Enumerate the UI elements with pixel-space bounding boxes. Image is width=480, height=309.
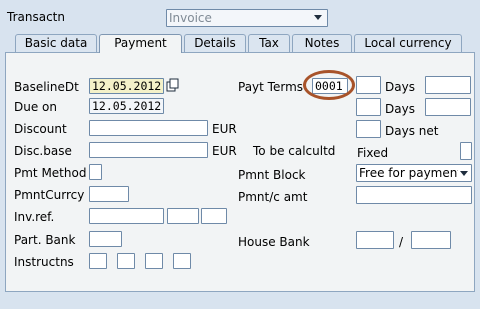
tab-label: Basic data: [24, 36, 88, 50]
inv-ref-field-2[interactable]: [167, 208, 199, 224]
tab-label: Tax: [259, 36, 279, 50]
transaction-select[interactable]: Invoice: [166, 9, 328, 27]
pmnt-currcy-label: PmntCurrcy: [14, 188, 85, 202]
inv-ref-field-3[interactable]: [201, 208, 227, 224]
pmt-method-field[interactable]: [89, 164, 102, 180]
tab-local-currency[interactable]: Local currency: [354, 34, 462, 52]
tab-label: Payment: [114, 36, 167, 50]
part-bank-label: Part. Bank: [14, 233, 76, 247]
pmnt-c-amt-field[interactable]: [356, 186, 472, 204]
due-on-label: Due on: [14, 100, 57, 114]
chevron-down-icon[interactable]: [311, 11, 325, 24]
days-label-1: Days: [385, 80, 415, 94]
house-bank-separator: /: [399, 235, 404, 249]
discount-label: Discount: [14, 122, 67, 136]
pmnt-block-label: Pmnt Block: [238, 168, 306, 182]
days-net-field[interactable]: [356, 120, 381, 138]
discount-currency: EUR: [212, 122, 237, 136]
tab-label: Local currency: [364, 36, 452, 50]
pmnt-block-select[interactable]: Free for payment: [356, 164, 472, 182]
disc-base-currency: EUR: [212, 144, 237, 158]
transaction-value: Invoice: [169, 11, 212, 25]
payt-terms-field[interactable]: 0001: [312, 78, 348, 94]
disc-base-field[interactable]: [89, 142, 208, 158]
fixed-field[interactable]: [460, 142, 472, 160]
instructns-field-1[interactable]: [89, 253, 107, 269]
pmt-method-label: Pmt Method: [14, 166, 87, 180]
chevron-down-icon[interactable]: [458, 167, 470, 179]
baseline-date-label: BaselineDt: [14, 80, 79, 94]
inv-ref-field-1[interactable]: [89, 208, 164, 224]
to-be-calculated-label: To be calcultd: [253, 144, 336, 158]
part-bank-field[interactable]: [89, 231, 122, 247]
instructns-label: Instructns: [14, 255, 74, 269]
days-field-2[interactable]: [356, 98, 381, 116]
account-id-field[interactable]: [411, 231, 451, 249]
days-field-1[interactable]: [356, 76, 381, 94]
tab-payment[interactable]: Payment: [99, 34, 182, 53]
instructns-field-3[interactable]: [145, 253, 163, 269]
tab-tax[interactable]: Tax: [248, 34, 290, 52]
payt-terms-label: Payt Terms: [238, 80, 304, 94]
baseline-date-field[interactable]: 12.05.2012: [89, 78, 164, 94]
tab-label: Details: [194, 36, 236, 50]
tab-basic-data[interactable]: Basic data: [15, 34, 97, 52]
copy-icon[interactable]: [166, 78, 180, 93]
tab-label: Notes: [304, 36, 340, 50]
house-bank-field[interactable]: [356, 231, 394, 249]
percent-field-2[interactable]: [425, 98, 471, 116]
inv-ref-label: Inv.ref.: [14, 210, 55, 224]
instructns-field-2[interactable]: [117, 253, 135, 269]
house-bank-label: House Bank: [238, 235, 310, 249]
discount-field[interactable]: [89, 120, 208, 136]
fixed-label: Fixed: [357, 146, 389, 160]
pmnt-block-value: Free for payment: [359, 166, 463, 180]
days-label-2: Days: [385, 102, 415, 116]
disc-base-label: Disc.base: [14, 144, 72, 158]
days-net-label: Days net: [385, 124, 439, 138]
tab-notes[interactable]: Notes: [292, 34, 352, 52]
pmnt-c-amt-label: Pmnt/c amt: [238, 190, 308, 204]
percent-field-1[interactable]: [425, 76, 471, 94]
pmnt-currcy-field[interactable]: [89, 186, 129, 202]
transaction-label: Transactn: [7, 10, 65, 24]
due-on-field: 12.05.2012: [89, 98, 164, 114]
instructns-field-4[interactable]: [173, 253, 191, 269]
tab-details[interactable]: Details: [184, 34, 246, 52]
